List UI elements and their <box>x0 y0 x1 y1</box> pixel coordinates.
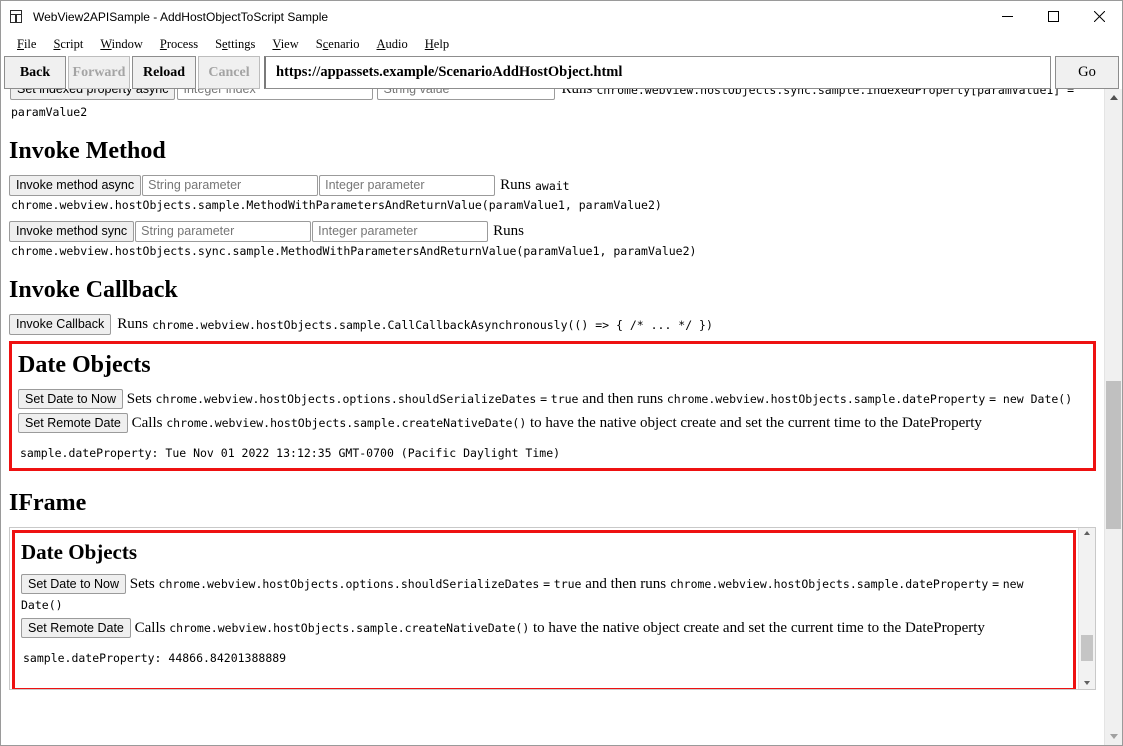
close-button[interactable] <box>1076 2 1122 32</box>
window-title: WebView2APISample - AddHostObjectToScrip… <box>33 9 329 24</box>
invoke-callback-runs-label: Runs <box>117 316 149 332</box>
iframe-container: Date Objects Set Date to Now Sets chrome… <box>9 527 1096 690</box>
indexed-property-code: chrome.webview.hostObjects.sync.sample.i… <box>596 89 1075 97</box>
iframe-date-objects-section: Date Objects Set Date to Now Sets chrome… <box>12 530 1076 689</box>
invoke-async-string-input[interactable]: String parameter <box>142 175 319 196</box>
html-document: Set indexed property async Integer index… <box>1 89 1104 745</box>
menu-script[interactable]: Script <box>45 35 92 54</box>
iframe-set-remote-code-1: chrome.webview.hostObjects.sample.create… <box>169 621 530 635</box>
cancel-button[interactable]: Cancel <box>198 56 260 89</box>
reload-button[interactable]: Reload <box>132 56 196 89</box>
menu-audio[interactable]: Audio <box>369 35 417 54</box>
invoke-async-runs-label: Runs <box>500 177 531 193</box>
iframe-set-now-text-2: and then runs <box>585 576 667 592</box>
browser-toolbar: Back Forward Reload Cancel https://appas… <box>1 55 1122 89</box>
set-now-code-eq: = <box>540 392 548 406</box>
main-scroll-down-arrow[interactable] <box>1105 728 1122 745</box>
invoke-sync-runs-label: Runs <box>493 223 525 239</box>
invoke-async-await-keyword: await <box>534 178 570 193</box>
set-now-code-1: chrome.webview.hostObjects.options.shoul… <box>155 392 537 406</box>
set-remote-date-button[interactable]: Set Remote Date <box>18 413 128 433</box>
invoke-method-heading: Invoke Method <box>9 138 166 164</box>
invoke-sync-integer-input[interactable]: Integer parameter <box>312 221 489 242</box>
iframe-set-remote-text-2: to have the native object create and set… <box>533 620 985 636</box>
iframe-date-objects-heading: Date Objects <box>21 540 138 564</box>
invoke-sync-string-input[interactable]: String parameter <box>135 221 312 242</box>
menu-process[interactable]: Process <box>152 35 207 54</box>
invoke-async-integer-input[interactable]: Integer parameter <box>319 175 496 196</box>
set-date-to-now-button[interactable]: Set Date to Now <box>18 389 124 409</box>
iframe-date-property-output: sample.dateProperty: 44866.84201388889 <box>23 651 287 665</box>
title-bar: WebView2APISample - AddHostObjectToScrip… <box>1 1 1122 33</box>
app-grid-icon <box>9 9 25 25</box>
iframe-scroll-up-arrow[interactable] <box>1079 531 1095 535</box>
set-remote-code-1: chrome.webview.hostObjects.sample.create… <box>166 416 527 430</box>
date-objects-heading: Date Objects <box>18 352 151 378</box>
indexed-property-index-input[interactable]: Integer index <box>177 89 374 100</box>
iframe-vertical-scrollbar[interactable] <box>1078 528 1095 689</box>
iframe-heading: IFrame <box>9 490 87 516</box>
set-now-text-1: Sets <box>126 391 152 407</box>
invoke-method-async-button[interactable]: Invoke method async <box>9 175 142 196</box>
menu-window[interactable]: Window <box>92 35 152 54</box>
iframe-set-remote-date-button[interactable]: Set Remote Date <box>21 618 131 638</box>
set-now-text-2: and then runs <box>582 391 664 407</box>
main-scroll-thumb[interactable] <box>1106 381 1121 529</box>
menu-help[interactable]: Help <box>417 35 458 54</box>
go-button[interactable]: Go <box>1055 56 1119 89</box>
set-indexed-property-async-button[interactable]: Set indexed property async <box>10 89 176 100</box>
invoke-method-sync-row: Invoke method sync String parameter Inte… <box>9 221 1096 242</box>
iframe-set-now-text-1: Sets <box>129 576 155 592</box>
iframe-set-now-code-true: true <box>553 577 582 591</box>
set-remote-date-row: Set Remote Date Calls chrome.webview.hos… <box>18 413 1087 434</box>
menu-view[interactable]: View <box>264 35 307 54</box>
set-remote-text-2: to have the native object create and set… <box>530 415 982 431</box>
invoke-callback-heading: Invoke Callback <box>9 277 178 303</box>
iframe-set-now-code-eq: = <box>543 577 551 591</box>
minimize-button[interactable] <box>984 2 1030 32</box>
invoke-method-async-row: Invoke method async String parameter Int… <box>9 175 1096 196</box>
iframe-set-remote-date-row: Set Remote Date Calls chrome.webview.hos… <box>21 618 1067 639</box>
menu-file[interactable]: File <box>9 35 45 54</box>
address-bar-input[interactable]: https://appassets.example/ScenarioAddHos… <box>264 56 1051 89</box>
iframe-scroll-thumb[interactable] <box>1081 635 1093 661</box>
iframe-set-remote-text-1: Calls <box>134 620 166 636</box>
set-now-code-2: chrome.webview.hostObjects.sample.datePr… <box>666 392 986 406</box>
invoke-callback-code: chrome.webview.hostObjects.sample.CallCa… <box>152 317 713 332</box>
set-now-code-3: = new Date() <box>989 392 1073 406</box>
invoke-sync-code: chrome.webview.hostObjects.sync.sample.M… <box>11 244 697 258</box>
iframe-set-date-to-now-row: Set Date to Now Sets chrome.webview.host… <box>21 574 1067 616</box>
menu-bar: File Script Window Process Settings View… <box>1 33 1122 55</box>
application-window: WebView2APISample - AddHostObjectToScrip… <box>0 0 1123 746</box>
indexed-property-row-clipped: Set indexed property async Integer index… <box>10 89 1096 103</box>
set-now-code-true: true <box>550 392 579 406</box>
date-objects-section: Date Objects Set Date to Now Sets chrome… <box>9 341 1096 471</box>
iframe-scroll-down-arrow[interactable] <box>1079 681 1095 685</box>
set-remote-text-1: Calls <box>131 415 163 431</box>
invoke-method-sync-button[interactable]: Invoke method sync <box>9 221 135 242</box>
indexed-property-value-input[interactable]: String value <box>377 89 556 100</box>
set-date-to-now-row: Set Date to Now Sets chrome.webview.host… <box>18 389 1087 410</box>
forward-button[interactable]: Forward <box>68 56 130 89</box>
maximize-button[interactable] <box>1030 2 1076 32</box>
menu-settings[interactable]: Settings <box>207 35 264 54</box>
menu-scenario[interactable]: Scenario <box>308 35 369 54</box>
iframe-document: Date Objects Set Date to Now Sets chrome… <box>10 528 1078 689</box>
iframe-set-now-code-1: chrome.webview.hostObjects.options.shoul… <box>158 577 540 591</box>
web-content-area: Set indexed property async Integer index… <box>1 89 1122 745</box>
indexed-property-runs-label: Runs <box>561 89 593 97</box>
invoke-callback-button[interactable]: Invoke Callback <box>9 314 112 335</box>
iframe-set-date-to-now-button[interactable]: Set Date to Now <box>21 574 127 594</box>
iframe-set-now-code-2: chrome.webview.hostObjects.sample.datePr… <box>669 577 989 591</box>
back-button[interactable]: Back <box>4 56 66 89</box>
invoke-async-code: chrome.webview.hostObjects.sample.Method… <box>11 198 662 212</box>
date-property-output: sample.dateProperty: Tue Nov 01 2022 13:… <box>20 446 561 460</box>
invoke-callback-row: Invoke Callback Runs chrome.webview.host… <box>9 314 1096 335</box>
iframe-set-now-code-3: = <box>992 577 999 591</box>
main-vertical-scrollbar[interactable] <box>1104 89 1122 745</box>
main-scroll-up-arrow[interactable] <box>1105 89 1122 106</box>
indexed-property-overflow-code: paramValue2 <box>11 105 88 119</box>
